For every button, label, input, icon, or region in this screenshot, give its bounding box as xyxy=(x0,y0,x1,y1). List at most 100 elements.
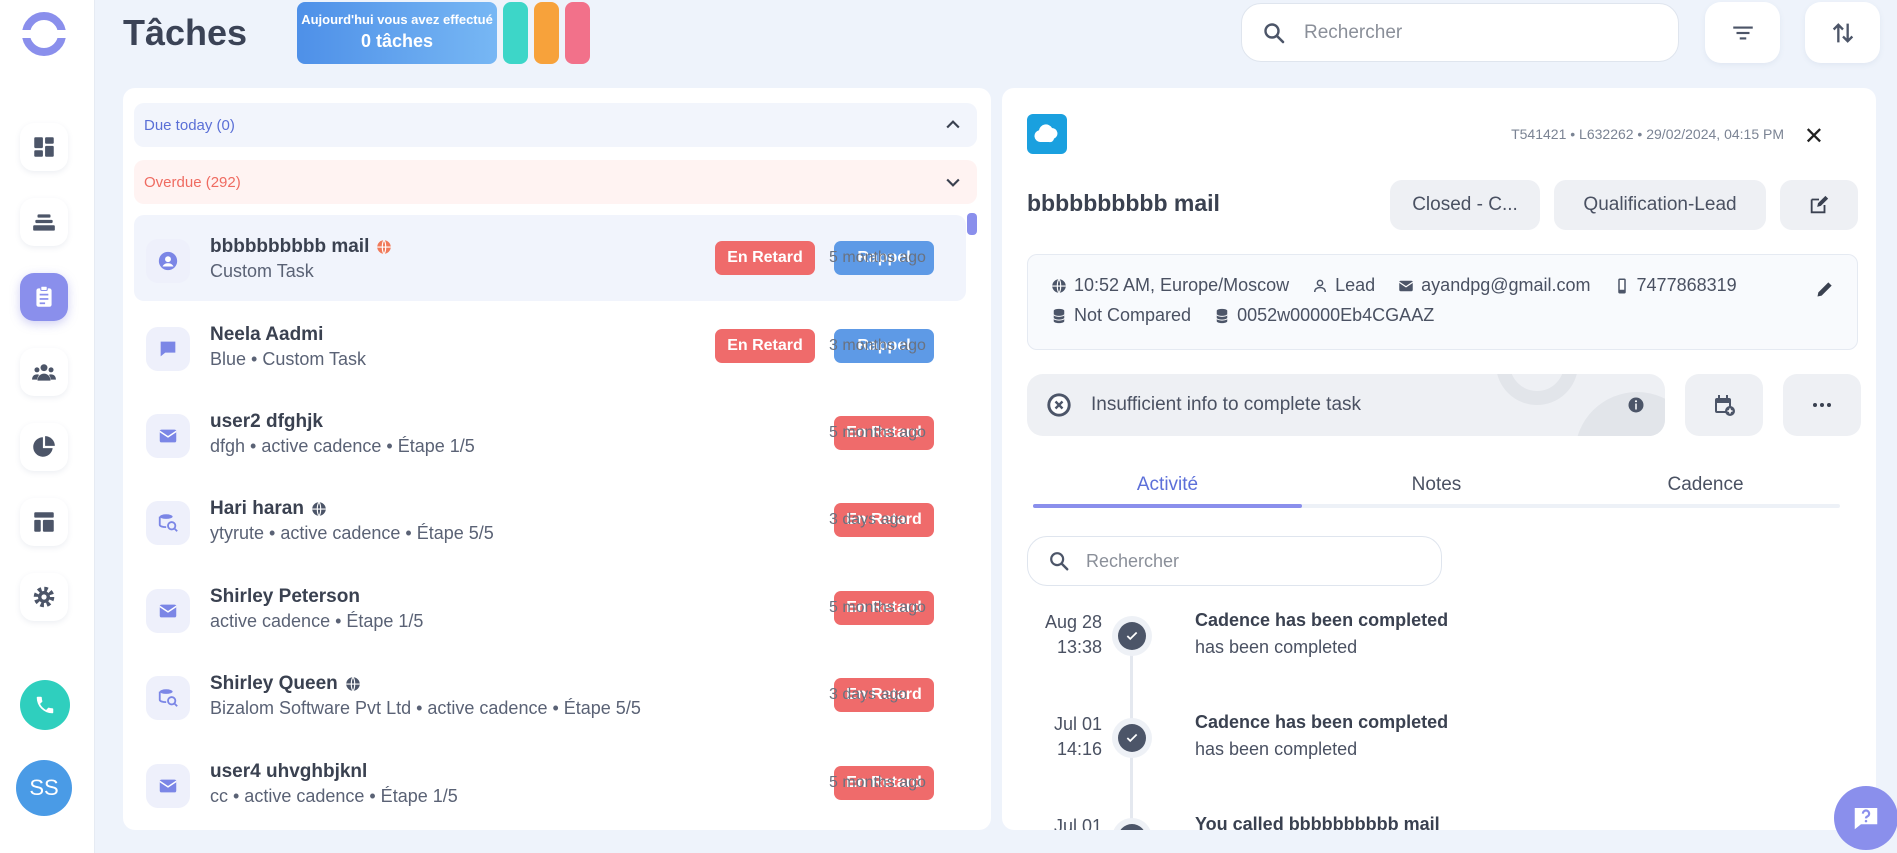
research-icon xyxy=(146,501,190,545)
mail-icon xyxy=(1399,280,1414,291)
people-icon xyxy=(32,364,56,381)
stack-icon xyxy=(33,214,55,231)
activity-time: 13:38 xyxy=(1056,637,1102,657)
task-row[interactable]: Shirley Queen Bizalom Software Pvt Ltd •… xyxy=(134,652,966,738)
pencil-icon[interactable] xyxy=(1815,279,1835,299)
lead-email[interactable]: ayandpg@gmail.com xyxy=(1421,275,1590,296)
lead-phone[interactable]: 7477868319 xyxy=(1637,275,1737,296)
schedule-button[interactable] xyxy=(1685,374,1763,436)
task-subtitle: ytyrute • active cadence • Étape 5/5 xyxy=(210,523,494,543)
task-row[interactable]: user4 uhvghbjknl cc • active cadence • É… xyxy=(134,740,966,826)
sort-icon xyxy=(1832,22,1853,43)
late-badge: En Retard xyxy=(715,329,815,363)
phone-circle-icon xyxy=(1118,824,1146,830)
nav-tasks[interactable] xyxy=(20,273,68,321)
tab-activity[interactable]: Activité xyxy=(1033,474,1302,496)
close-icon[interactable]: ✕ xyxy=(1804,122,1824,151)
help-button[interactable] xyxy=(1834,786,1897,850)
status-pill-orange[interactable] xyxy=(534,2,559,64)
task-name: Shirley Peterson xyxy=(210,586,360,607)
today-summary-label: Aujourd'hui vous avez effectué xyxy=(301,12,493,27)
task-age: 5 months ago xyxy=(829,424,926,441)
lead-compare-status: Not Compared xyxy=(1074,305,1192,325)
more-icon xyxy=(1813,403,1831,407)
task-search-input[interactable] xyxy=(1304,21,1624,44)
salesforce-icon xyxy=(1027,114,1067,154)
nav-stack[interactable] xyxy=(20,198,68,246)
group-overdue-label: Overdue (292) xyxy=(144,173,241,191)
activity-date: Jul 01 xyxy=(1022,814,1102,830)
mail-icon xyxy=(146,414,190,458)
task-age: 3 days ago xyxy=(829,686,908,703)
research-icon xyxy=(146,676,190,720)
nav-settings[interactable] xyxy=(20,573,68,621)
sort-button[interactable] xyxy=(1805,2,1880,63)
nav-reports[interactable] xyxy=(20,423,68,471)
tab-notes[interactable]: Notes xyxy=(1302,474,1571,496)
group-due-today-label: Due today (0) xyxy=(144,116,235,134)
task-subtitle: dfgh • active cadence • Étape 1/5 xyxy=(210,436,475,456)
decorative-circle xyxy=(1577,392,1665,436)
task-subtitle: cc • active cadence • Étape 1/5 xyxy=(210,786,458,806)
app-logo[interactable] xyxy=(20,10,68,58)
filter-icon xyxy=(1732,26,1753,39)
nav-layout[interactable] xyxy=(20,498,68,546)
task-row[interactable]: Hari haran ytyrute • active cadence • Ét… xyxy=(134,477,966,563)
task-status-text: Insufficient info to complete task xyxy=(1091,394,1362,415)
task-name: Hari haran xyxy=(210,498,304,519)
lead-salesforce-id: 0052w00000Eb4CGAAZ xyxy=(1237,305,1435,325)
status-chip[interactable]: Closed - C... xyxy=(1390,180,1540,230)
search-icon xyxy=(1264,22,1285,43)
activity-title: Cadence has been completed xyxy=(1195,712,1449,732)
activity-time: 14:16 xyxy=(1056,739,1102,759)
task-subtitle: Custom Task xyxy=(210,261,314,281)
phone-button[interactable] xyxy=(20,680,70,730)
task-subtitle: active cadence • Étape 1/5 xyxy=(210,611,424,631)
task-row[interactable]: Neela Aadmi Blue • Custom Task En Retard… xyxy=(134,303,966,389)
calendar-add-icon xyxy=(1715,395,1735,416)
task-row[interactable]: user2 dfghjk dfgh • active cadence • Éta… xyxy=(134,390,966,476)
filter-button[interactable] xyxy=(1705,2,1780,63)
task-name: Shirley Queen xyxy=(210,673,338,694)
nav-dashboard[interactable] xyxy=(20,123,68,171)
nav-people[interactable] xyxy=(20,348,68,396)
database-icon xyxy=(1216,308,1228,323)
database-icon xyxy=(1053,308,1065,323)
pie-chart-icon xyxy=(33,436,55,457)
task-age: 5 months ago xyxy=(829,599,926,616)
activity-search[interactable] xyxy=(1027,536,1442,586)
task-list-scrollbar[interactable] xyxy=(967,213,977,235)
mail-icon xyxy=(146,589,190,633)
user-icon xyxy=(146,239,190,283)
activity-day: Jul 01 xyxy=(1053,816,1102,830)
tab-cadence[interactable]: Cadence xyxy=(1571,474,1840,496)
gear-icon xyxy=(33,586,55,608)
task-age: 5 months ago xyxy=(829,249,926,266)
task-row[interactable]: bbbbbbbbbb mail Custom Task En Retard Ra… xyxy=(134,215,966,301)
stage-chip[interactable]: Qualification-Lead xyxy=(1554,180,1766,230)
activity-search-input[interactable] xyxy=(1086,550,1386,572)
task-search[interactable] xyxy=(1241,3,1679,62)
chevron-up-icon xyxy=(946,120,960,129)
task-name: Neela Aadmi xyxy=(210,324,324,345)
sidebar: SS xyxy=(0,0,95,853)
dashboard-icon xyxy=(34,137,54,157)
task-age: 5 months ago xyxy=(829,774,926,791)
task-list-panel: Due today (0) Overdue (292) bbbbbbbbbb m… xyxy=(123,88,991,830)
activity-title: Cadence has been completed xyxy=(1195,610,1449,630)
activity-description: has been completed xyxy=(1195,739,1358,759)
edit-lead-button[interactable] xyxy=(1780,180,1858,230)
today-summary-banner: Aujourd'hui vous avez effectué 0 tâches xyxy=(297,2,497,64)
globe-alert-icon xyxy=(377,239,392,255)
info-icon[interactable] xyxy=(1627,396,1645,414)
task-name: user4 uhvghbjknl xyxy=(210,761,368,782)
search-icon xyxy=(1050,552,1069,571)
more-options-button[interactable] xyxy=(1783,374,1861,436)
status-pill-teal[interactable] xyxy=(503,2,528,64)
group-overdue[interactable]: Overdue (292) xyxy=(134,160,977,204)
status-pill-pink[interactable] xyxy=(565,2,590,64)
user-avatar[interactable]: SS xyxy=(16,760,72,816)
close-circle-icon xyxy=(1047,393,1071,417)
task-row[interactable]: Shirley Peterson active cadence • Étape … xyxy=(134,565,966,651)
group-due-today[interactable]: Due today (0) xyxy=(134,103,977,147)
